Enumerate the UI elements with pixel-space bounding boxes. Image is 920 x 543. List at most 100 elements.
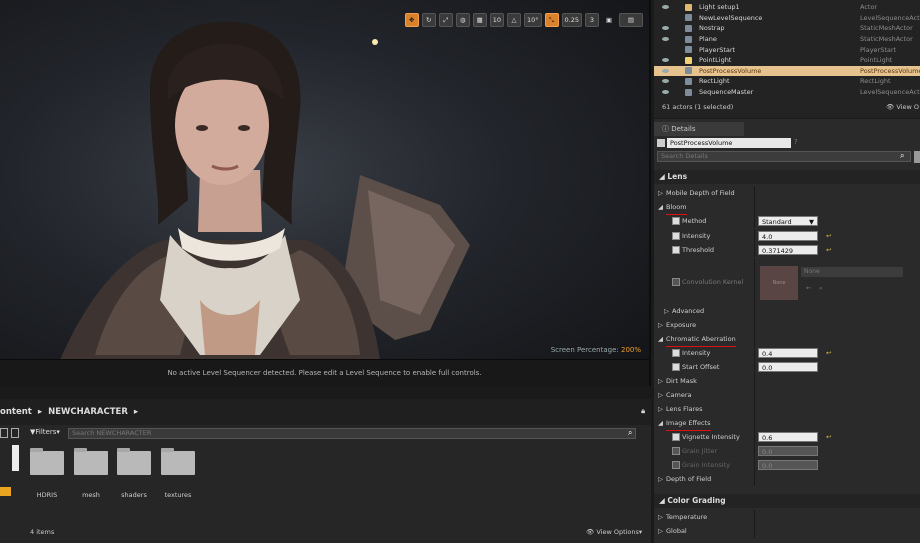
scale-snap-icon[interactable]: ⤡ bbox=[544, 13, 559, 27]
splitter[interactable] bbox=[754, 186, 755, 200]
override-checkbox[interactable] bbox=[672, 349, 680, 357]
reset-arrow-icon[interactable]: ↩ bbox=[826, 430, 831, 444]
splitter[interactable] bbox=[754, 472, 755, 486]
folder-label[interactable]: shaders bbox=[112, 491, 156, 499]
category-chromatic-aberration[interactable]: ◢ Chromatic Aberration bbox=[654, 332, 920, 347]
override-checkbox[interactable] bbox=[672, 278, 680, 286]
splitter[interactable] bbox=[754, 259, 755, 307]
vignette-field[interactable]: 0.6 bbox=[758, 432, 818, 442]
lock-icon[interactable]: 🔒︎ bbox=[641, 407, 645, 416]
category-mobile-dof[interactable]: ▷ Mobile Depth of Field bbox=[654, 186, 920, 200]
visibility-eye-icon[interactable] bbox=[662, 58, 669, 63]
outliner-row[interactable]: SequenceMaster LevelSequenceActor bbox=[654, 87, 920, 98]
category-lens-flares[interactable]: ▷ Lens Flares bbox=[654, 402, 920, 416]
view-options-button[interactable]: 👁︎ View Options▾ bbox=[586, 528, 642, 536]
splitter[interactable] bbox=[754, 360, 755, 374]
content-search-input[interactable]: Search NEWCHARACTER bbox=[68, 428, 636, 439]
outliner-row[interactable]: Light setup1 Actor bbox=[654, 2, 920, 13]
override-checkbox[interactable] bbox=[672, 461, 680, 469]
search-icon[interactable]: ⌕ bbox=[628, 428, 632, 438]
category-dirt-mask[interactable]: ▷ Dirt Mask bbox=[654, 374, 920, 388]
splitter[interactable] bbox=[754, 200, 755, 214]
visibility-eye-icon[interactable] bbox=[662, 26, 669, 31]
browse-search-icon[interactable]: ⌕ bbox=[819, 281, 823, 295]
view-toggle-button[interactable] bbox=[914, 151, 920, 163]
outliner-row[interactable]: Nostrap StaticMeshActor bbox=[654, 23, 920, 34]
visibility-eye-icon[interactable] bbox=[662, 5, 669, 10]
grain-jitter-field[interactable]: 0.0 bbox=[758, 446, 818, 456]
rotate-tool-button[interactable]: ↻ bbox=[421, 13, 436, 27]
splitter[interactable] bbox=[754, 229, 755, 243]
object-name-field[interactable]: PostProcessVolume bbox=[667, 138, 791, 148]
visibility-eye-icon[interactable] bbox=[662, 37, 669, 42]
outliner-row[interactable]: NewLevelSequence LevelSequenceActor bbox=[654, 13, 920, 24]
splitter[interactable] bbox=[754, 402, 755, 416]
kernel-thumbnail[interactable]: None bbox=[760, 266, 798, 300]
filters-button[interactable]: ▼Filters▾ bbox=[30, 428, 60, 436]
outliner-row-selected[interactable]: PostProcessVolume PostProcessVolume bbox=[654, 65, 920, 77]
splitter[interactable] bbox=[754, 524, 755, 538]
start-offset-field[interactable]: 0.0 bbox=[758, 362, 818, 372]
outliner-row[interactable]: PlayerStart PlayerStart bbox=[654, 44, 920, 55]
section-lens[interactable]: ◢ Lens bbox=[654, 170, 920, 184]
breadcrumb-arrow-icon[interactable]: ▸ bbox=[134, 407, 138, 417]
folder-mesh-icon[interactable] bbox=[74, 448, 108, 475]
reset-arrow-icon[interactable]: ↩ bbox=[826, 346, 831, 360]
breadcrumb-arrow-icon[interactable]: ▸ bbox=[38, 407, 42, 417]
rotation-snap-icon[interactable]: △ bbox=[506, 13, 521, 27]
folder-hdris-icon[interactable] bbox=[30, 448, 64, 475]
folder-label[interactable]: mesh bbox=[69, 491, 113, 499]
rotation-snap-value[interactable]: 10° bbox=[523, 13, 542, 27]
folder-shaders-icon[interactable] bbox=[117, 448, 151, 475]
category-global[interactable]: ▷ Global bbox=[654, 524, 920, 538]
splitter[interactable] bbox=[754, 388, 755, 402]
override-checkbox[interactable] bbox=[672, 363, 680, 371]
outliner-row[interactable]: RectLight RectLight bbox=[654, 76, 920, 87]
splitter[interactable] bbox=[754, 444, 755, 458]
category-exposure[interactable]: ▷ Exposure bbox=[654, 318, 920, 332]
grain-intensity-field[interactable]: 0.0 bbox=[758, 460, 818, 470]
outliner-view-options[interactable]: 👁︎ View O bbox=[886, 103, 919, 111]
category-camera[interactable]: ▷ Camera bbox=[654, 388, 920, 402]
help-icon[interactable]: ? bbox=[794, 138, 798, 146]
override-checkbox[interactable] bbox=[672, 217, 680, 225]
search-icon[interactable]: ⌕ bbox=[900, 151, 904, 161]
reset-arrow-icon[interactable]: ↩ bbox=[826, 229, 831, 243]
outliner-row[interactable]: PointLight PointLight bbox=[654, 55, 920, 66]
category-bloom[interactable]: ◢ Bloom bbox=[654, 200, 920, 215]
threshold-field[interactable]: 0.371429 bbox=[758, 245, 818, 255]
ca-intensity-field[interactable]: 0.4 bbox=[758, 348, 818, 358]
move-tool-button[interactable]: ✥ bbox=[404, 13, 419, 27]
folder-label[interactable]: textures bbox=[156, 491, 200, 499]
grid-snap-icon[interactable]: ▦ bbox=[472, 13, 487, 27]
tab-details[interactable]: ⓘ Details bbox=[654, 122, 744, 136]
category-temperature[interactable]: ▷ Temperature bbox=[654, 510, 920, 524]
method-dropdown[interactable]: Standard ▼ bbox=[758, 216, 818, 226]
category-image-effects[interactable]: ◢ Image Effects bbox=[654, 416, 920, 431]
splitter[interactable] bbox=[754, 430, 755, 444]
splitter[interactable] bbox=[754, 346, 755, 360]
breadcrumb-folder[interactable]: NEWCHARACTER bbox=[48, 407, 128, 417]
use-selected-arrow-icon[interactable]: ← bbox=[806, 281, 811, 295]
visibility-eye-icon[interactable] bbox=[662, 90, 669, 95]
splitter[interactable] bbox=[754, 214, 755, 228]
grid-snap-value[interactable]: 10 bbox=[489, 13, 504, 27]
world-local-toggle-icon[interactable]: ◍ bbox=[455, 13, 470, 27]
override-checkbox[interactable] bbox=[672, 246, 680, 254]
splitter[interactable] bbox=[754, 332, 755, 346]
splitter[interactable] bbox=[754, 458, 755, 472]
override-checkbox[interactable] bbox=[672, 232, 680, 240]
folder-label[interactable]: HDRIS bbox=[25, 491, 69, 499]
maximize-viewport-icon[interactable]: ▣ bbox=[602, 13, 616, 27]
bloom-intensity-field[interactable]: 4.0 bbox=[758, 231, 818, 241]
layout-menu-icon[interactable]: ▤ bbox=[619, 13, 643, 27]
splitter[interactable] bbox=[754, 374, 755, 388]
level-viewport[interactable]: ✥ ↻ ⤢ ◍ ▦ 10 △ 10° ⤡ 0.25 3 ▣ ▤ Screen P… bbox=[0, 0, 651, 386]
splitter[interactable] bbox=[754, 416, 755, 430]
history-back-icon[interactable] bbox=[0, 428, 8, 438]
details-search-input[interactable]: Search Details bbox=[657, 151, 911, 162]
category-advanced[interactable]: ▷ Advanced bbox=[654, 304, 920, 318]
splitter[interactable] bbox=[754, 510, 755, 524]
splitter[interactable] bbox=[754, 318, 755, 332]
override-checkbox[interactable] bbox=[672, 447, 680, 455]
